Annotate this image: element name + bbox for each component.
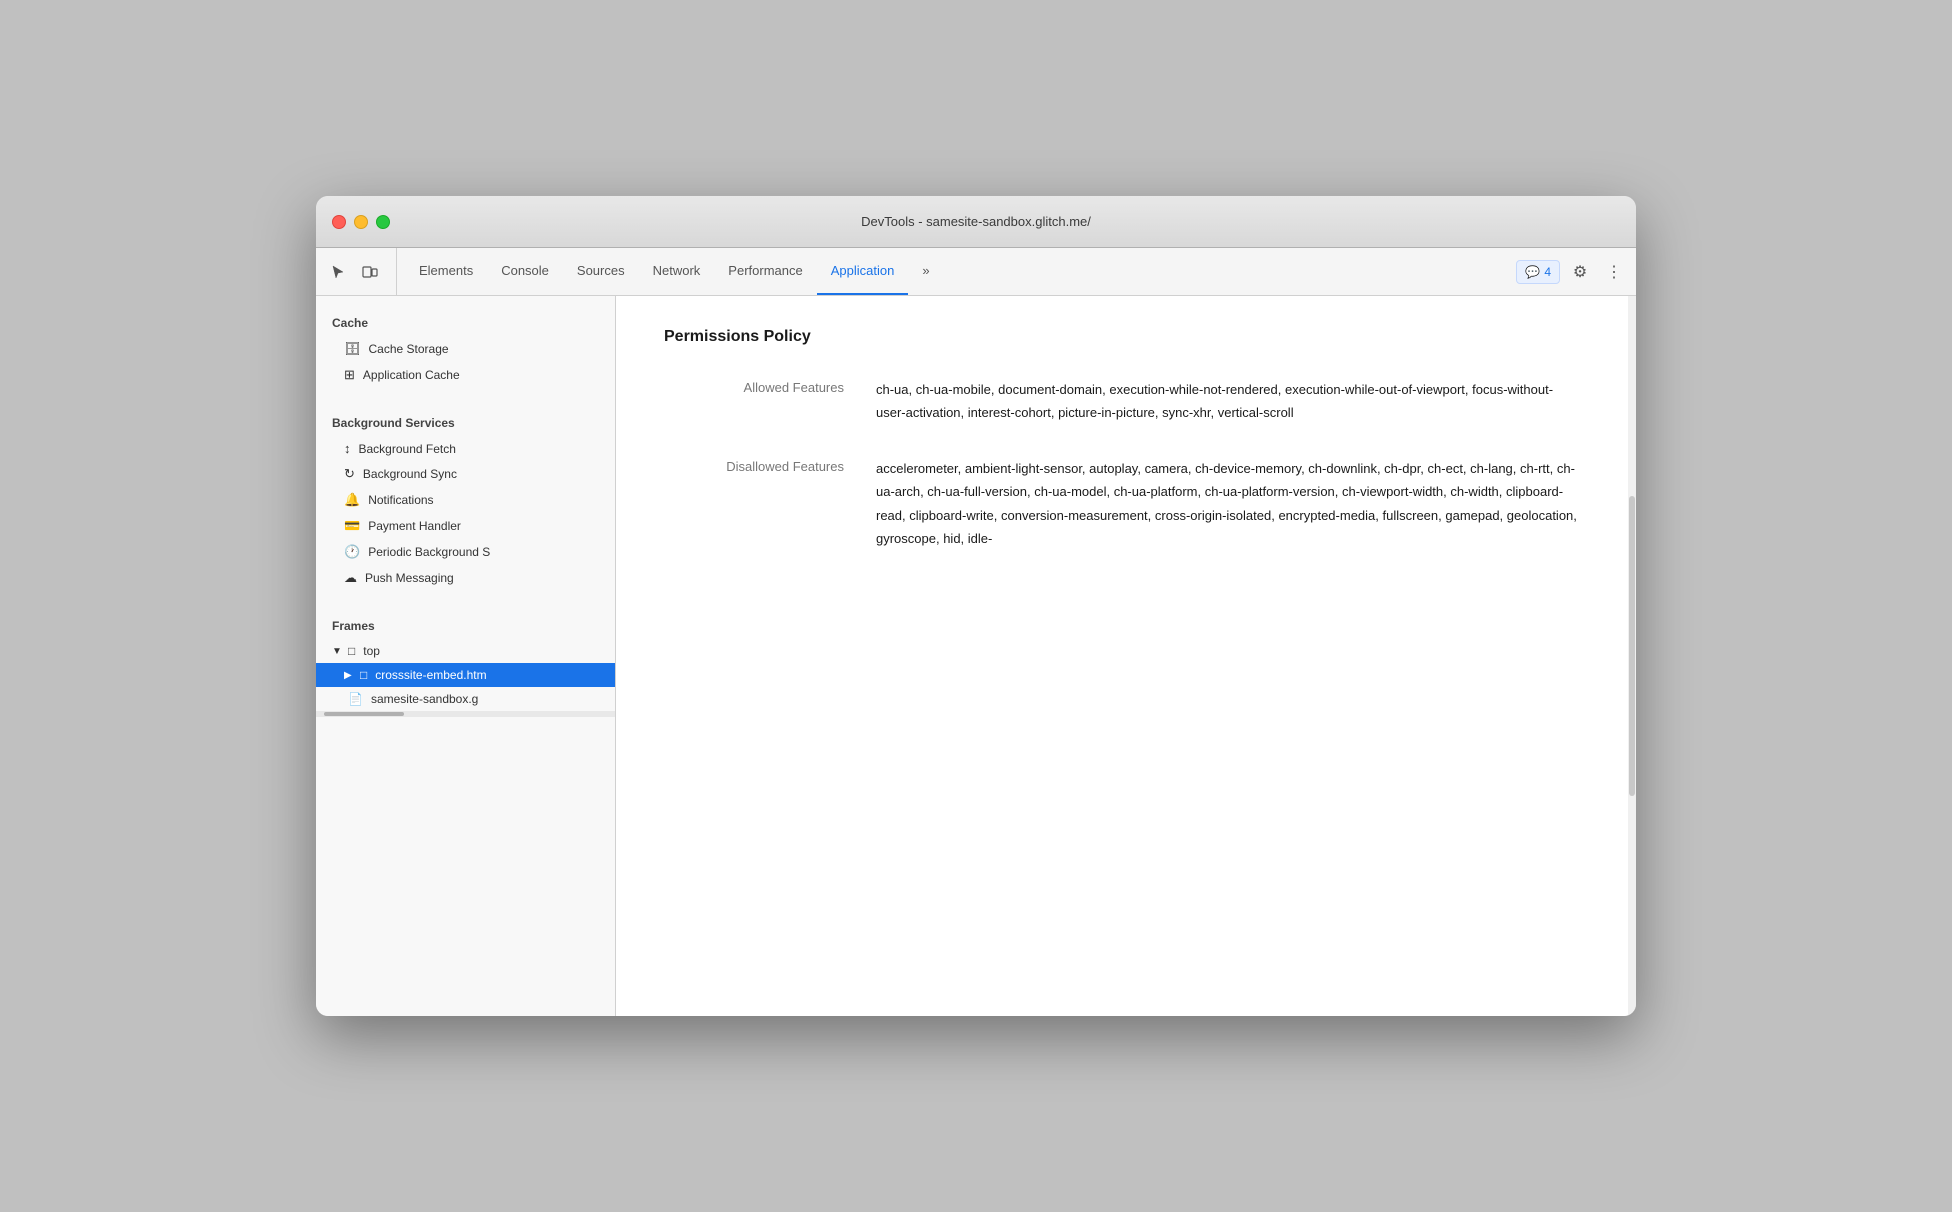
sidebar-item-push-messaging[interactable]: ☁ Push Messaging <box>316 565 615 591</box>
issues-badge[interactable]: 💬 4 <box>1516 260 1560 284</box>
content-with-scrollbar: Permissions Policy Allowed Features ch-u… <box>616 296 1636 1016</box>
background-fetch-label: Background Fetch <box>359 442 456 456</box>
cache-storage-label: Cache Storage <box>369 342 449 356</box>
background-sync-label: Background Sync <box>363 467 457 481</box>
sidebar-item-top-frame[interactable]: ▼ □ top <box>316 639 615 663</box>
more-tabs-button[interactable]: » <box>908 248 943 295</box>
main-panel: Permissions Policy Allowed Features ch-u… <box>616 296 1628 1016</box>
tab-performance[interactable]: Performance <box>714 248 816 295</box>
payment-handler-label: Payment Handler <box>368 519 461 533</box>
device-toggle-icon[interactable] <box>356 258 384 286</box>
frame-icon-2: □ <box>360 668 367 682</box>
allowed-features-row: Allowed Features ch-ua, ch-ua-mobile, do… <box>664 378 1580 425</box>
sidebar-item-crosssite[interactable]: ▶ □ crosssite-embed.htm <box>316 663 615 687</box>
scrollbar-thumb <box>324 712 404 716</box>
cursor-icon[interactable] <box>324 258 352 286</box>
collapse-arrow: ▼ <box>332 646 344 657</box>
issues-count: 4 <box>1544 265 1551 279</box>
sidebar-item-payment-handler[interactable]: 💳 Payment Handler <box>316 513 615 539</box>
frame-icon: □ <box>348 644 355 658</box>
sidebar-horizontal-scrollbar[interactable] <box>316 711 615 717</box>
close-button[interactable] <box>332 215 346 229</box>
clock-icon: 🕐 <box>344 544 360 560</box>
top-frame-label: top <box>363 644 380 658</box>
tab-application[interactable]: Application <box>817 248 909 295</box>
sidebar-item-background-fetch[interactable]: ↕ Background Fetch <box>316 436 615 461</box>
disallowed-features-value: accelerometer, ambient-light-sensor, aut… <box>876 457 1580 551</box>
application-cache-label: Application Cache <box>363 368 460 382</box>
fetch-icon: ↕ <box>344 441 351 456</box>
file-icon: 📄 <box>348 692 363 706</box>
sync-icon: ↻ <box>344 466 355 482</box>
crosssite-label: crosssite-embed.htm <box>375 668 486 682</box>
periodic-background-label: Periodic Background S <box>368 545 490 559</box>
disallowed-features-row: Disallowed Features accelerometer, ambie… <box>664 457 1580 551</box>
more-menu-button[interactable]: ⋮ <box>1600 258 1628 286</box>
sidebar-item-periodic-background[interactable]: 🕐 Periodic Background S <box>316 539 615 565</box>
content-area: Cache 🗄 Cache Storage ⊞ Application Cach… <box>316 296 1636 1016</box>
expand-arrow: ▶ <box>344 670 356 681</box>
devtools-window: DevTools - samesite-sandbox.glitch.me/ E… <box>316 196 1636 1016</box>
frames-section-header: Frames <box>316 607 615 639</box>
tab-console[interactable]: Console <box>487 248 563 295</box>
settings-button[interactable]: ⚙ <box>1566 258 1594 286</box>
sidebar-item-application-cache[interactable]: ⊞ Application Cache <box>316 362 615 388</box>
maximize-button[interactable] <box>376 215 390 229</box>
issues-icon: 💬 <box>1525 265 1540 279</box>
vertical-scrollbar[interactable] <box>1628 296 1636 1016</box>
toolbar-right: 💬 4 ⚙ ⋮ <box>1508 248 1628 295</box>
sidebar-item-cache-storage[interactable]: 🗄 Cache Storage <box>316 336 615 362</box>
tab-elements[interactable]: Elements <box>405 248 487 295</box>
tab-sources[interactable]: Sources <box>563 248 639 295</box>
grid-icon: ⊞ <box>344 367 355 383</box>
card-icon: 💳 <box>344 518 360 534</box>
sidebar-item-notifications[interactable]: 🔔 Notifications <box>316 487 615 513</box>
cloud-icon: ☁ <box>344 570 357 586</box>
sidebar-item-background-sync[interactable]: ↻ Background Sync <box>316 461 615 487</box>
samesite-label: samesite-sandbox.g <box>371 692 478 706</box>
policy-table: Allowed Features ch-ua, ch-ua-mobile, do… <box>664 378 1580 550</box>
bell-icon: 🔔 <box>344 492 360 508</box>
tab-bar: Elements Console Sources Network Perform… <box>405 248 1508 295</box>
background-services-header: Background Services <box>316 404 615 436</box>
push-messaging-label: Push Messaging <box>365 571 454 585</box>
traffic-lights <box>332 215 390 229</box>
database-icon: 🗄 <box>344 341 361 357</box>
allowed-features-label: Allowed Features <box>664 378 844 425</box>
disallowed-features-label: Disallowed Features <box>664 457 844 551</box>
toolbar-icon-group <box>324 248 397 295</box>
sidebar: Cache 🗄 Cache Storage ⊞ Application Cach… <box>316 296 616 1016</box>
title-bar: DevTools - samesite-sandbox.glitch.me/ <box>316 196 1636 248</box>
allowed-features-value: ch-ua, ch-ua-mobile, document-domain, ex… <box>876 378 1580 425</box>
minimize-button[interactable] <box>354 215 368 229</box>
tab-network[interactable]: Network <box>639 248 715 295</box>
cache-section-header: Cache <box>316 304 615 336</box>
permissions-policy-title: Permissions Policy <box>664 328 1580 346</box>
notifications-label: Notifications <box>368 493 433 507</box>
window-title: DevTools - samesite-sandbox.glitch.me/ <box>861 214 1091 229</box>
toolbar: Elements Console Sources Network Perform… <box>316 248 1636 296</box>
sidebar-item-samesite[interactable]: 📄 samesite-sandbox.g <box>316 687 615 711</box>
vertical-scrollbar-thumb <box>1629 496 1635 796</box>
